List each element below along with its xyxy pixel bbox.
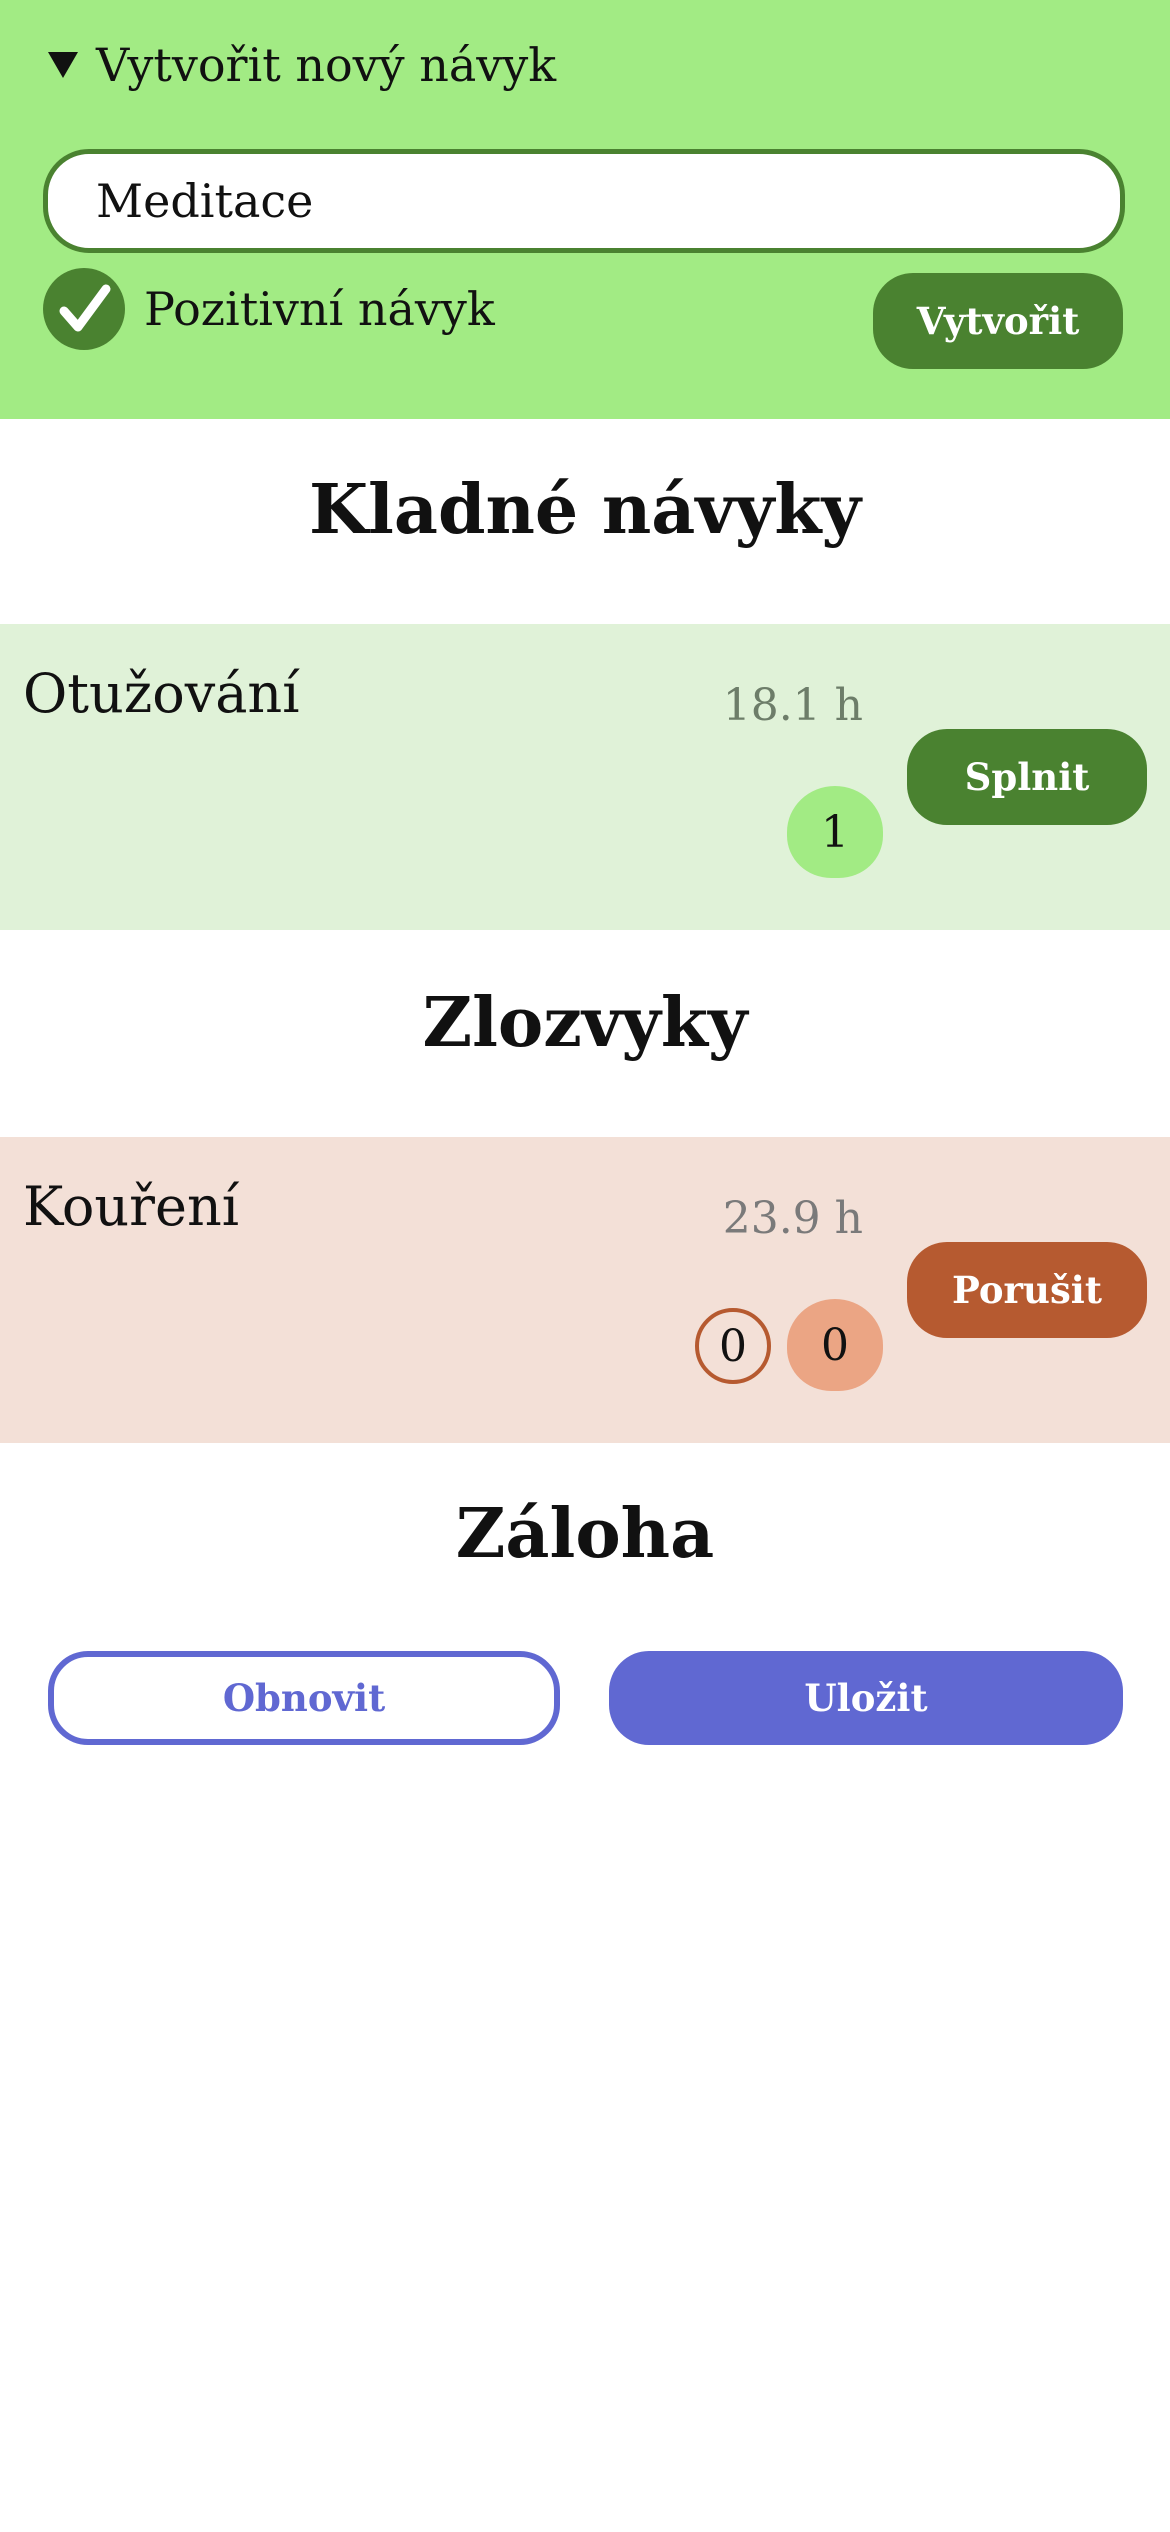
create-habit-toggle[interactable]: Vytvořit nový návyk bbox=[48, 38, 556, 92]
habit-name-input[interactable] bbox=[43, 149, 1125, 253]
checkmark-icon bbox=[59, 284, 111, 332]
complete-habit-button[interactable]: Splnit bbox=[907, 729, 1147, 825]
create-button[interactable]: Vytvořit bbox=[873, 273, 1123, 369]
save-button[interactable]: Uložit bbox=[609, 1651, 1123, 1745]
break-habit-button[interactable]: Porušit bbox=[907, 1242, 1147, 1338]
create-habit-panel: Vytvořit nový návyk Pozitivní návyk Vytv… bbox=[0, 0, 1170, 419]
negative-habits-heading: Zlozvyky bbox=[422, 983, 748, 1063]
habit-card-positive: Otužování 18.1 h 1 Splnit bbox=[0, 624, 1170, 930]
habit-count-outline-badge: 0 bbox=[695, 1308, 771, 1384]
habit-elapsed-time: 18.1 h bbox=[722, 680, 863, 731]
positive-habit-checkbox[interactable] bbox=[43, 268, 125, 350]
positive-habit-label: Pozitivní návyk bbox=[144, 282, 495, 336]
habit-name: Otužování bbox=[23, 662, 300, 725]
triangle-down-icon bbox=[48, 52, 78, 78]
habit-elapsed-time: 23.9 h bbox=[722, 1193, 863, 1244]
restore-button[interactable]: Obnovit bbox=[48, 1651, 560, 1745]
backup-heading: Záloha bbox=[455, 1494, 715, 1574]
habit-count-badge: 1 bbox=[787, 786, 883, 878]
create-habit-summary-label: Vytvořit nový návyk bbox=[96, 38, 557, 92]
positive-habits-heading: Kladné návyky bbox=[308, 470, 862, 550]
habit-name: Kouření bbox=[23, 1175, 239, 1238]
habit-count-badge: 0 bbox=[787, 1299, 883, 1391]
habit-card-negative: Kouření 23.9 h 0 0 Porušit bbox=[0, 1137, 1170, 1443]
